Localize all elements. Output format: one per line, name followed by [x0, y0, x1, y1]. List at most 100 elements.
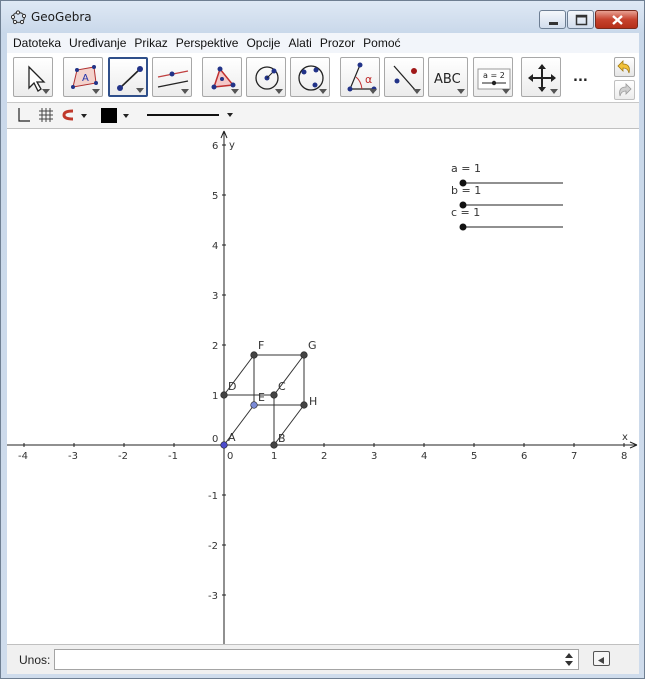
- point-a[interactable]: [220, 441, 228, 449]
- svg-text:a = 2: a = 2: [483, 71, 505, 80]
- chevron-down-icon[interactable]: [80, 107, 88, 123]
- polygon-tool-button[interactable]: A: [63, 57, 103, 97]
- y-tick-label: 3: [212, 291, 218, 302]
- redo-icon: [619, 83, 632, 97]
- undo-button[interactable]: [614, 57, 635, 77]
- point-label-f: F: [258, 339, 264, 352]
- maximize-icon: [575, 14, 588, 26]
- geogebra-logo-icon: [11, 10, 26, 25]
- x-tick-label: 3: [371, 451, 377, 462]
- close-icon: [612, 15, 623, 25]
- move-view-tool-button[interactable]: [521, 57, 561, 97]
- redo-button[interactable]: [614, 80, 635, 100]
- point-f[interactable]: [250, 351, 258, 359]
- minimize-icon: [549, 22, 558, 25]
- point-label-g: G: [308, 339, 317, 352]
- segment-tool-button[interactable]: [108, 57, 148, 97]
- x-tick-label: 0: [227, 451, 233, 462]
- x-axis-label: x: [622, 432, 628, 443]
- graphics-view[interactable]: x y -4 -3 -2 -1 0 1 2 3 4 5 6 7 8 6 5 4 3 2 1 0 -1 -2 -3 A B C D E F G H…: [7, 129, 639, 644]
- dropdown-triangle-icon: [550, 89, 558, 94]
- x-tick-label: 1: [271, 451, 277, 462]
- grid-toggle-icon[interactable]: [38, 107, 54, 123]
- parallel-line-tool-button[interactable]: [152, 57, 192, 97]
- point-label-a: A: [228, 431, 236, 444]
- menu-perspektive[interactable]: Perspektive: [172, 34, 243, 52]
- conic-tool-button[interactable]: [290, 57, 330, 97]
- menu-datoteka[interactable]: Datoteka: [7, 34, 65, 52]
- slider-label-1: b = 1: [451, 184, 481, 197]
- menu-pomoc[interactable]: Pomoć: [359, 34, 404, 52]
- minimize-button[interactable]: [539, 10, 566, 29]
- slider-knob-2[interactable]: [459, 223, 467, 231]
- point-e[interactable]: [250, 401, 258, 409]
- circle-tool-button[interactable]: [246, 57, 286, 97]
- point-d[interactable]: [220, 391, 228, 399]
- x-tick-label: 8: [621, 451, 627, 462]
- y-axis-label: y: [229, 140, 235, 151]
- y-tick-label: -3: [208, 591, 218, 602]
- y-tick-label: 4: [212, 241, 218, 252]
- dropdown-triangle-icon: [42, 89, 50, 94]
- point-label-d: D: [228, 380, 236, 393]
- menu-uredivanje[interactable]: Uređivanje: [65, 34, 130, 52]
- y-tick-label: 0: [212, 434, 218, 445]
- maximize-button[interactable]: [567, 10, 594, 29]
- menu-prozor[interactable]: Prozor: [316, 34, 359, 52]
- input-bar: Unos:: [7, 644, 639, 674]
- chevron-down-icon[interactable]: [122, 107, 130, 123]
- slider-tool-button[interactable]: a = 2: [473, 57, 513, 97]
- y-tick-label: -1: [208, 491, 218, 502]
- y-tick-label: 1: [212, 391, 218, 402]
- point-capturing-magnet-icon[interactable]: [61, 107, 77, 123]
- point-h[interactable]: [300, 401, 308, 409]
- menu-prikaz[interactable]: Prikaz: [130, 34, 171, 52]
- close-button[interactable]: [595, 10, 638, 29]
- move-tool-button[interactable]: [13, 57, 53, 97]
- algebra-input-field[interactable]: [54, 649, 579, 670]
- svg-text:A: A: [82, 73, 89, 84]
- menu-alati[interactable]: Alati: [284, 34, 315, 52]
- dropdown-triangle-icon: [231, 89, 239, 94]
- x-tick-label: 6: [521, 451, 527, 462]
- x-tick-label: -4: [18, 451, 28, 462]
- input-help-button[interactable]: [593, 651, 610, 666]
- x-tick-label: -1: [168, 451, 178, 462]
- line-style-selector[interactable]: [143, 107, 243, 123]
- triangle-tool-button[interactable]: [202, 57, 242, 97]
- x-tick-label: -2: [118, 451, 128, 462]
- point-c[interactable]: [270, 391, 278, 399]
- reflect-tool-button[interactable]: [384, 57, 424, 97]
- dropdown-triangle-icon: [136, 88, 144, 93]
- dropdown-triangle-icon: [457, 89, 465, 94]
- x-tick-label: 5: [471, 451, 477, 462]
- x-tick-label: -3: [68, 451, 78, 462]
- window-title: GeoGebra: [31, 10, 92, 24]
- dropdown-triangle-icon: [369, 89, 377, 94]
- more-tools-button[interactable]: ...: [573, 70, 588, 85]
- angle-tool-button[interactable]: α: [340, 57, 380, 97]
- x-tick-label: 4: [421, 451, 427, 462]
- color-swatch[interactable]: [100, 108, 118, 124]
- svg-text:ABC: ABC: [434, 72, 461, 87]
- slider-label-0: a = 1: [451, 162, 481, 175]
- dropdown-triangle-icon: [413, 89, 421, 94]
- menu-opcije[interactable]: Opcije: [242, 34, 284, 52]
- history-arrows-icon[interactable]: [563, 651, 575, 668]
- axes-toggle-icon[interactable]: [15, 107, 31, 123]
- point-b[interactable]: [270, 441, 278, 449]
- y-tick-label: 2: [212, 341, 218, 352]
- point-label-c: C: [278, 380, 286, 393]
- dropdown-triangle-icon: [319, 89, 327, 94]
- graphics-canvas[interactable]: x y -4 -3 -2 -1 0 1 2 3 4 5 6 7 8 6 5 4 3 2 1 0 -1 -2 -3 A B C D E F G H…: [7, 129, 639, 644]
- y-tick-label: 6: [212, 141, 218, 152]
- dropdown-triangle-icon: [502, 89, 510, 94]
- geogebra-window: GeoGebra Datoteka Uređivanje Prikaz Pers…: [0, 0, 645, 679]
- point-label-b: B: [278, 432, 286, 445]
- x-tick-label: 2: [321, 451, 327, 462]
- style-bar: [7, 103, 639, 129]
- text-tool-button[interactable]: ABC: [428, 57, 468, 97]
- point-label-h: H: [309, 395, 317, 408]
- point-g[interactable]: [300, 351, 308, 359]
- undo-icon: [617, 60, 630, 74]
